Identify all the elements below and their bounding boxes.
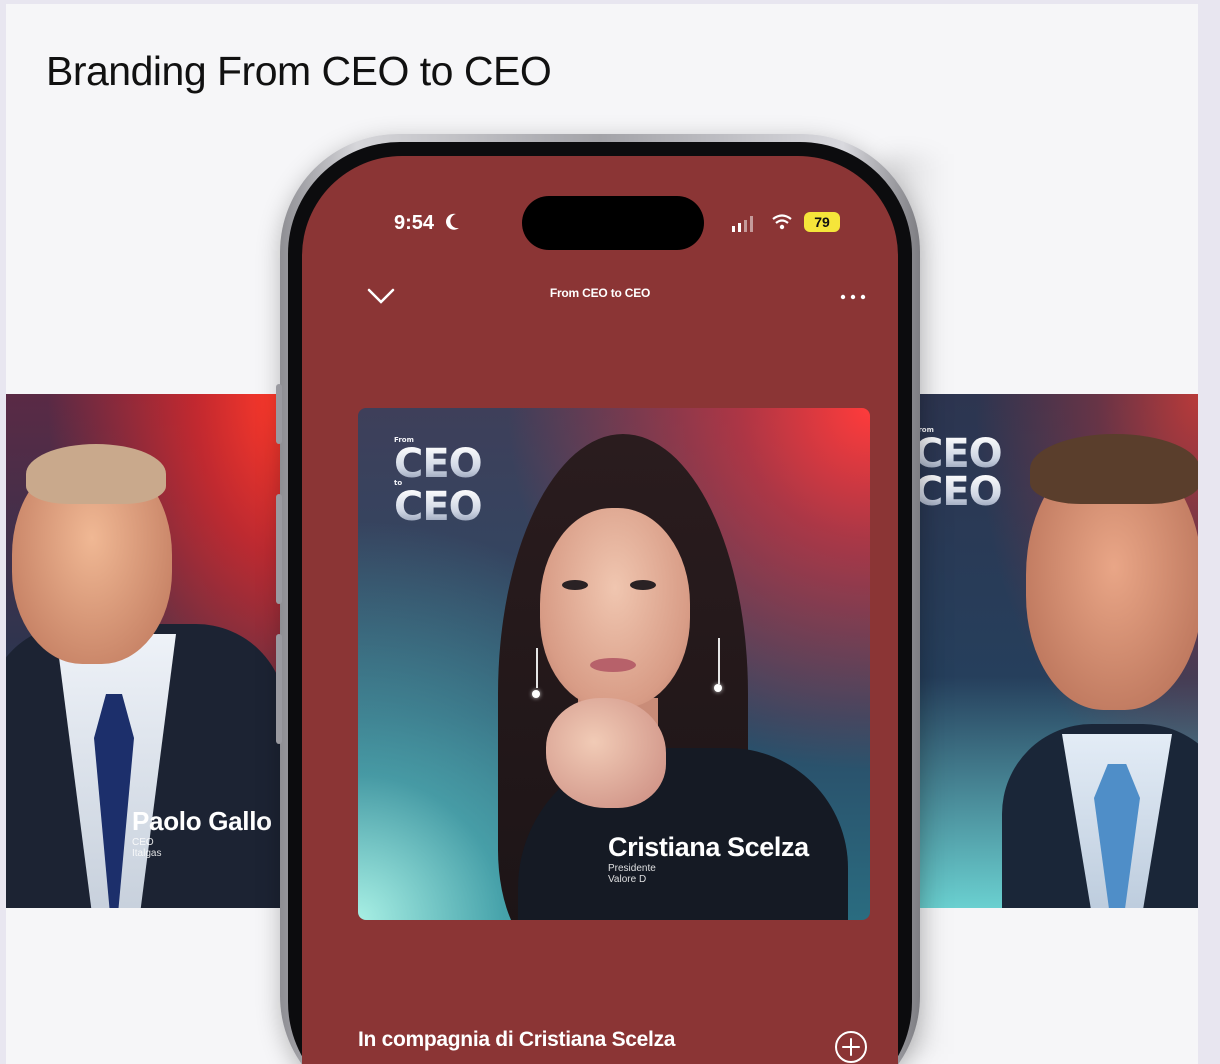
status-time: 9:54 bbox=[394, 212, 435, 234]
right-earring-chain bbox=[718, 638, 720, 684]
left-person-org: Italgas bbox=[132, 848, 162, 859]
page-title: Branding From CEO to CEO bbox=[46, 48, 552, 94]
hair bbox=[26, 444, 166, 504]
lips bbox=[590, 658, 636, 672]
left-cover-panel: Paolo Gallo CEO Italgas bbox=[6, 394, 306, 908]
phone-bezel: 9:54 79 From CEO to CEO From CEO to CEO … bbox=[288, 142, 912, 1064]
left-person-role: CEO bbox=[132, 837, 154, 848]
hair bbox=[1030, 434, 1198, 504]
cover-person-org: Valore D bbox=[608, 874, 647, 885]
cover-ceo-logo: From CEO to CEO bbox=[394, 436, 483, 530]
hand bbox=[546, 698, 666, 808]
phone-screen: 9:54 79 From CEO to CEO From CEO to CEO … bbox=[302, 156, 898, 1064]
moon-icon bbox=[446, 213, 459, 230]
phone-mockup: 9:54 79 From CEO to CEO From CEO to CEO … bbox=[276, 134, 920, 1064]
right-eye bbox=[630, 580, 656, 590]
volume-down-button bbox=[276, 634, 282, 744]
battery-badge: 79 bbox=[804, 212, 840, 232]
left-earring-chain bbox=[536, 648, 538, 688]
volume-up-button bbox=[276, 494, 282, 604]
logo-ceo-1: CEO bbox=[394, 441, 483, 487]
right-cover-panel: From CEO CEO bbox=[912, 394, 1198, 908]
action-button bbox=[276, 384, 282, 444]
dynamic-island bbox=[522, 196, 704, 250]
right-earring bbox=[714, 684, 722, 692]
wifi-icon bbox=[772, 214, 792, 230]
left-earring bbox=[532, 690, 540, 698]
player-header-title: From CEO to CEO bbox=[549, 286, 651, 300]
add-icon[interactable] bbox=[834, 1030, 868, 1064]
left-eye bbox=[562, 580, 588, 590]
logo-ceo-2: CEO bbox=[394, 484, 483, 530]
face bbox=[540, 508, 690, 708]
cover-person-name: Cristiana Scelza bbox=[608, 832, 809, 862]
episode-title[interactable]: In compagnia di Cristiana Scelza bbox=[358, 1028, 675, 1052]
page-card: Branding From CEO to CEO Paolo Gallo CEO… bbox=[6, 4, 1198, 1064]
signal-icon bbox=[732, 216, 753, 232]
left-person-name: Paolo Gallo bbox=[132, 806, 272, 836]
cover-person-role: Presidente bbox=[608, 863, 656, 874]
more-icon[interactable] bbox=[838, 292, 868, 302]
episode-cover-art: From CEO to CEO Cristiana Scelza Preside… bbox=[358, 408, 870, 920]
cover-name-block: Cristiana Scelza Presidente Valore D bbox=[608, 832, 809, 885]
left-name-block: Paolo Gallo CEO Italgas bbox=[132, 806, 272, 859]
